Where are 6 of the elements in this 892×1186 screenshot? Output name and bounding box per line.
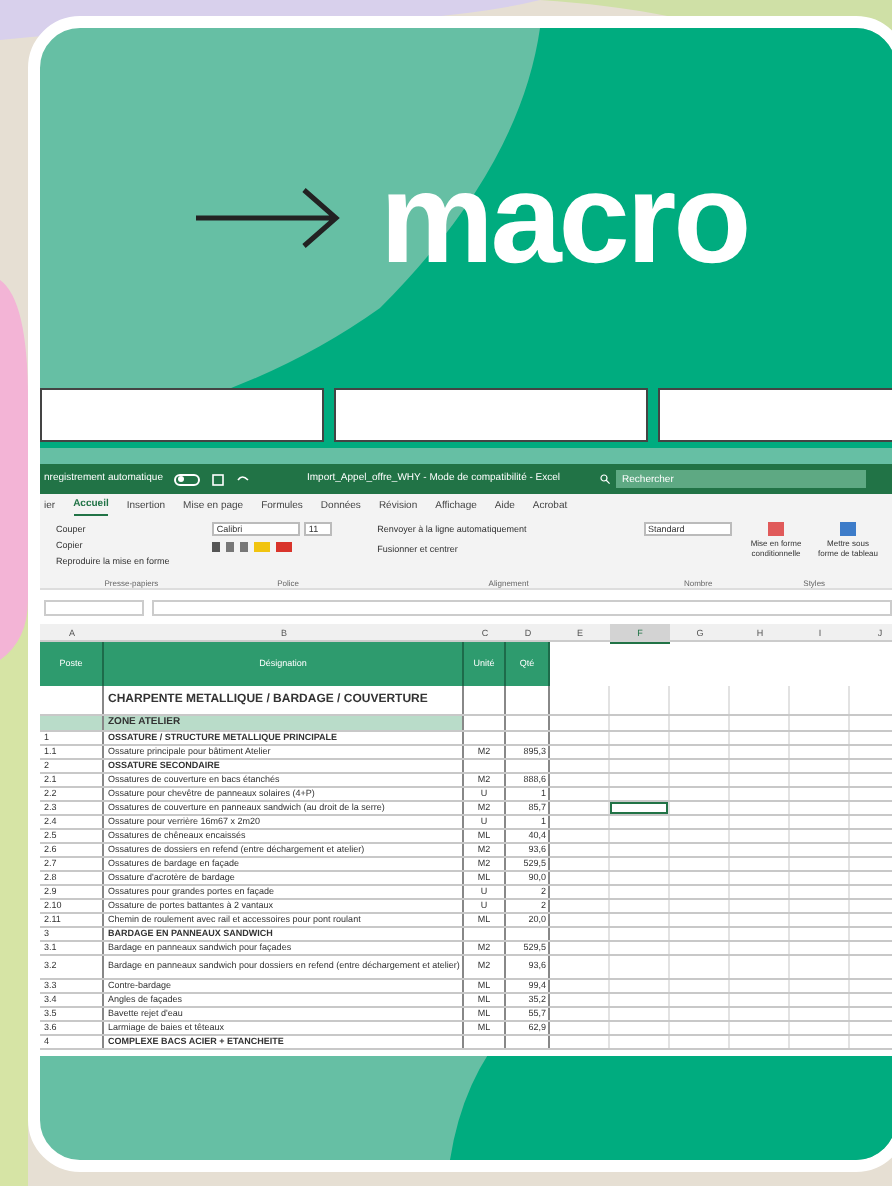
headline: macro (380, 154, 749, 282)
selected-cell[interactable] (610, 802, 668, 814)
autosave-toggle[interactable] (174, 473, 201, 485)
arrow-icon (192, 184, 344, 252)
save-icon[interactable] (212, 473, 225, 485)
search-icon (600, 474, 611, 484)
